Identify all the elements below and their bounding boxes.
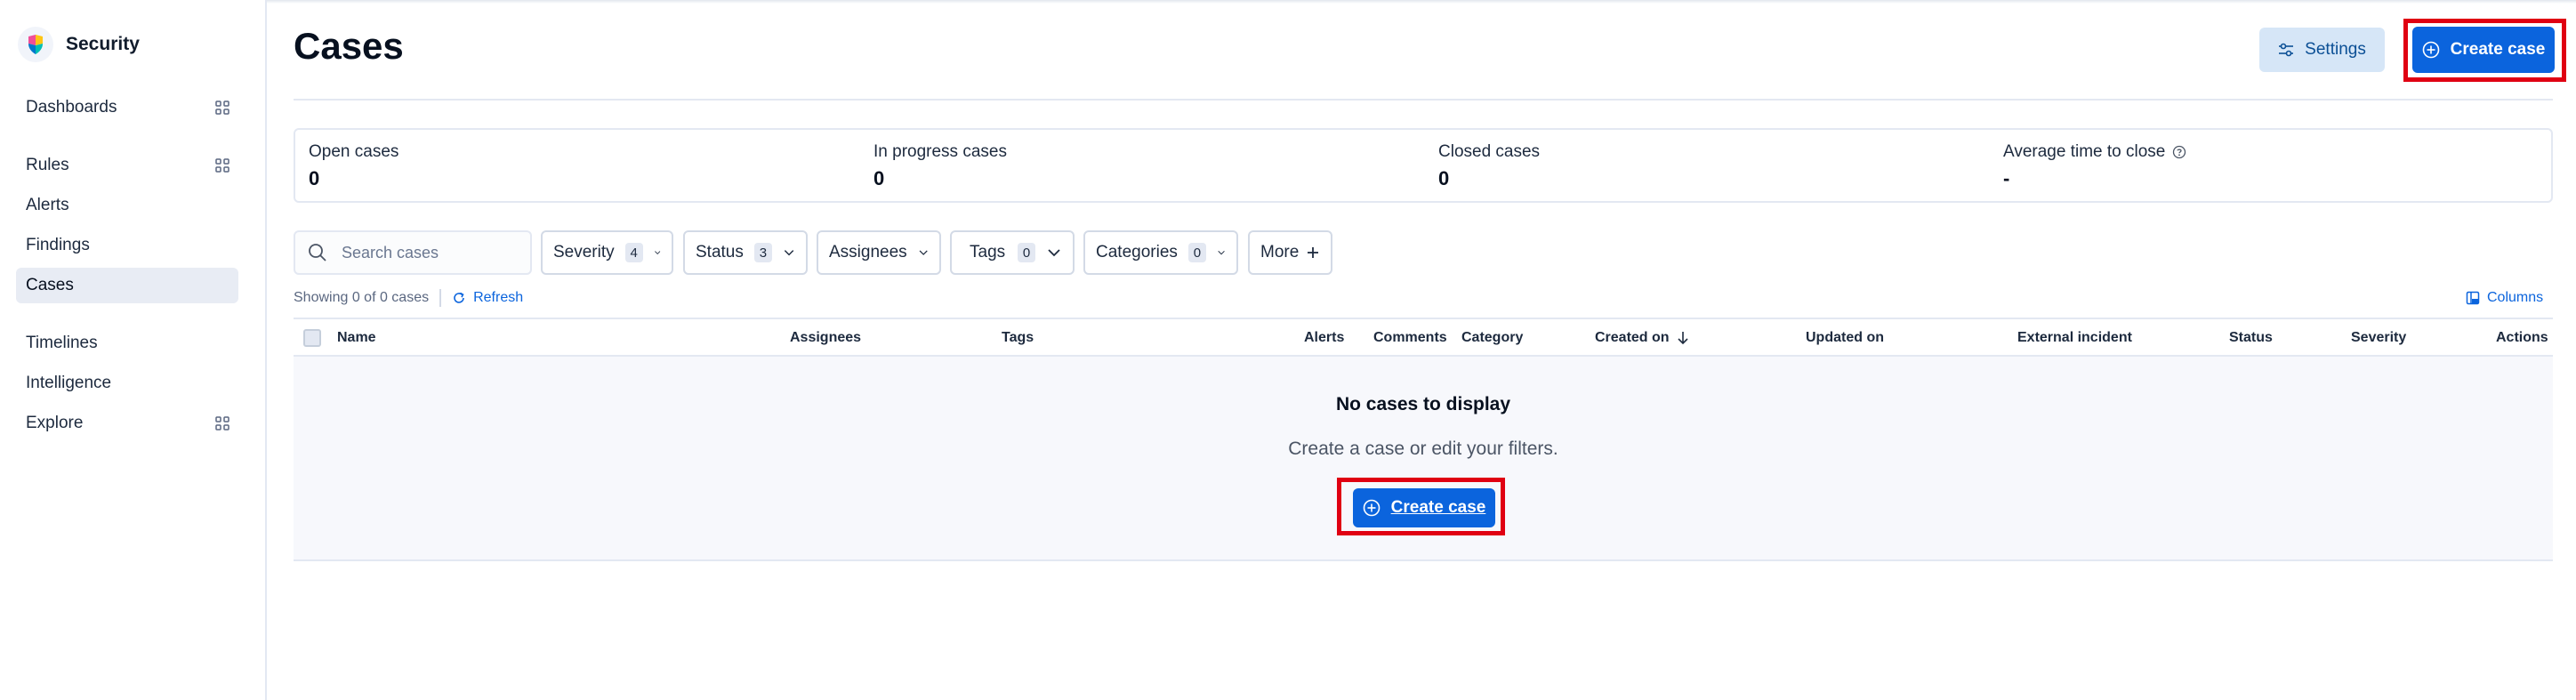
sidebar-item-label: Dashboards (26, 98, 117, 117)
brand[interactable]: Security (18, 25, 140, 64)
grid-icon (215, 416, 229, 430)
refresh-icon (454, 292, 464, 303)
select-all-checkbox[interactable] (303, 329, 321, 347)
empty-state-subtitle: Create a case or edit your filters. (1288, 439, 1558, 459)
plus-icon (1308, 247, 1318, 258)
sidebar-item-alerts[interactable]: Alerts (16, 188, 238, 223)
search-input[interactable]: Search cases (342, 244, 439, 262)
stat-value: 0 (309, 167, 320, 189)
grid-icon (215, 101, 229, 115)
sidebar-item-rules[interactable]: Rules (16, 148, 238, 183)
security-logo-icon (18, 27, 53, 62)
help-icon[interactable] (2172, 145, 2186, 159)
chevron-down-icon (784, 250, 794, 256)
refresh-button[interactable]: Refresh (452, 290, 523, 306)
stat-label: Closed cases (1438, 142, 1541, 161)
column-header-alerts[interactable]: Alerts (1304, 330, 1344, 346)
column-header-severity[interactable]: Severity (2351, 330, 2406, 346)
highlight-box (1337, 478, 1505, 535)
sidebar-item-explore[interactable]: Explore (16, 406, 238, 441)
top-shadow (0, 0, 2576, 4)
table-columns-icon (2466, 291, 2480, 305)
columns-button[interactable]: Columns (2466, 288, 2543, 308)
columns-label: Columns (2487, 290, 2544, 305)
stat-in-progress-cases: In progress cases 0 (873, 142, 1007, 190)
chevron-down-icon (654, 251, 660, 254)
column-header-label: Created on (1595, 330, 1670, 345)
stat-value: - (2003, 167, 2010, 189)
grid-icon (215, 158, 229, 173)
stat-label: Average time to close (2003, 142, 2166, 161)
cases-stats-panel: Open cases 0 In progress cases 0 Closed … (294, 128, 2553, 203)
settings-button[interactable]: Settings (2259, 28, 2385, 72)
empty-state-title: No cases to display (1335, 394, 1511, 414)
sidebar-item-label: Findings (26, 236, 90, 254)
header-divider (294, 99, 2553, 101)
stat-average-time-to-close: Average time to close - (2003, 142, 2186, 190)
filter-label: Severity (553, 243, 615, 261)
sidebar: Security Dashboards Rules Alerts Finding… (0, 0, 267, 700)
column-header-status[interactable]: Status (2229, 330, 2273, 346)
sidebar-item-dashboards[interactable]: Dashboards (16, 90, 238, 125)
column-header-comments[interactable]: Comments (1373, 330, 1447, 346)
sidebar-item-label: Alerts (26, 196, 69, 214)
column-header-name[interactable]: Name (337, 330, 376, 346)
filter-label: More (1260, 243, 1300, 261)
settings-button-label: Settings (2305, 40, 2366, 59)
search-field[interactable]: Search cases (294, 230, 532, 275)
stat-value: 0 (1438, 167, 1450, 189)
column-header-updated-on[interactable]: Updated on (1806, 330, 1884, 346)
table-header: Name Assignees Tags Alerts Comments Cate… (294, 318, 2553, 357)
divider (439, 289, 442, 307)
chevron-down-icon (919, 250, 928, 255)
filter-label: Tags (970, 243, 1006, 261)
filter-count-badge: 4 (624, 243, 643, 262)
filter-count-badge: 0 (1187, 243, 1206, 262)
filter-count-badge: 0 (1018, 243, 1035, 262)
stat-value: 0 (873, 167, 885, 189)
stat-label: In progress cases (873, 142, 1007, 161)
search-icon (309, 244, 326, 261)
assignees-filter-button[interactable]: Assignees (817, 230, 941, 275)
sidebar-item-label: Explore (26, 414, 84, 432)
chevron-down-icon (1218, 250, 1225, 255)
app-title: Security (66, 34, 140, 54)
column-header-tags: Tags (1002, 330, 1034, 345)
stat-label: Open cases (309, 142, 399, 161)
column-header-actions: Actions (2496, 330, 2548, 345)
chevron-down-icon (1048, 249, 1060, 257)
severity-filter-button[interactable]: Severity 4 (541, 230, 673, 275)
stat-closed-cases: Closed cases 0 (1438, 142, 1540, 190)
stat-open-cases: Open cases 0 (309, 142, 398, 190)
sidebar-item-cases[interactable]: Cases (16, 268, 238, 303)
filter-count-badge: 3 (753, 243, 772, 262)
results-summary: Showing 0 of 0 cases Refresh (294, 288, 523, 308)
sidebar-item-label: Rules (26, 156, 69, 174)
sidebar-item-label: Intelligence (26, 374, 112, 392)
categories-filter-button[interactable]: Categories 0 (1083, 230, 1238, 275)
sidebar-item-intelligence[interactable]: Intelligence (16, 366, 238, 401)
more-filters-button[interactable]: More (1248, 230, 1332, 275)
settings-sliders-icon (2279, 43, 2294, 57)
tags-filter-button[interactable]: Tags 0 (950, 230, 1075, 275)
column-header-created-on[interactable]: Created on (1595, 330, 1689, 346)
column-header-external-incident: External incident (2017, 330, 2132, 345)
sort-down-arrow-icon (1678, 332, 1688, 345)
filter-label: Categories (1096, 243, 1178, 261)
showing-count-text: Showing 0 of 0 cases (294, 290, 430, 305)
filter-label: Assignees (829, 243, 907, 261)
highlight-box (2403, 19, 2566, 82)
sidebar-item-timelines[interactable]: Timelines (16, 326, 238, 361)
status-filter-button[interactable]: Status 3 (683, 230, 808, 275)
sidebar-item-label: Timelines (26, 334, 98, 352)
sidebar-item-findings[interactable]: Findings (16, 228, 238, 263)
sidebar-item-label: Cases (26, 276, 74, 294)
column-header-assignees: Assignees (790, 330, 862, 345)
refresh-label: Refresh (473, 290, 524, 305)
page-title: Cases (294, 25, 404, 67)
filter-label: Status (696, 243, 744, 261)
column-header-category[interactable]: Category (1461, 330, 1523, 346)
